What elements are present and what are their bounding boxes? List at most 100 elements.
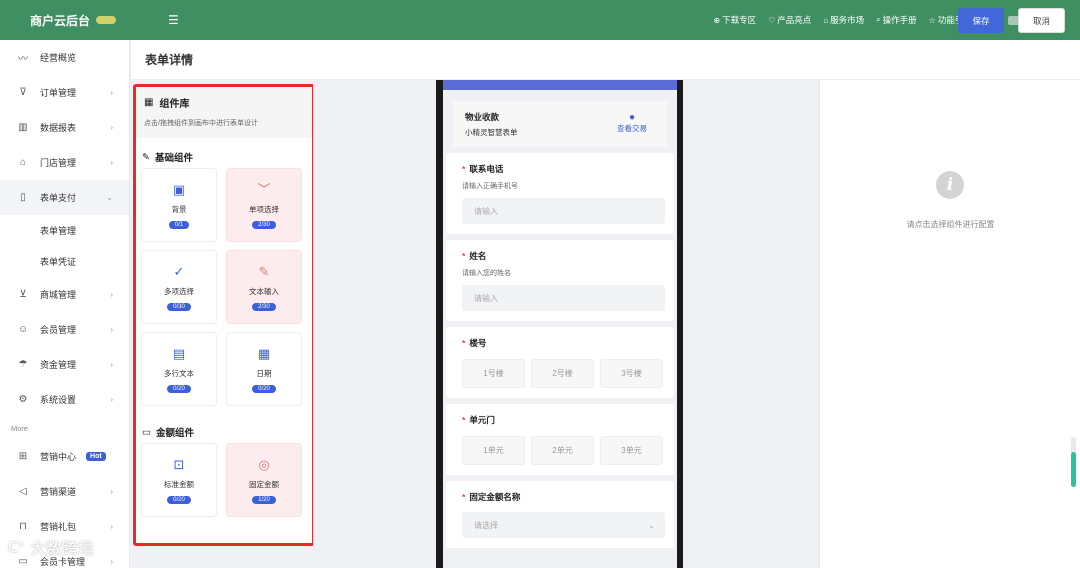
scrollbar[interactable] — [1071, 437, 1076, 487]
component-library: ▦ 组件库 点击/拖拽组件到画布中进行表单设计 ✎ 基础组件 ▣ 背景 0/1 ﹀ 单项选… — [136, 86, 313, 546]
smile-icon: ☺ — [17, 324, 29, 335]
wallet-icon: ▭ — [142, 426, 151, 438]
grid-icon: ▦ — [144, 97, 154, 108]
component-card-date[interactable]: ▦ 日期 0/20 — [226, 332, 302, 406]
hot-badge: Hot — [86, 452, 106, 461]
sidebar-item-reports[interactable]: ▥ 数据报表 › — [0, 110, 129, 145]
calendar-icon: ▦ — [257, 345, 271, 361]
sidebar-item-members[interactable]: ☺ 会员管理 › — [0, 312, 129, 347]
send-icon: ◁ — [19, 486, 27, 497]
building-option-3[interactable]: 3号楼 — [600, 359, 663, 388]
bar-chart-icon: ▥ — [18, 122, 28, 133]
app-title: 商户云后台 — [30, 13, 91, 28]
sidebar-item-overview[interactable]: 〰经营概览 — [0, 40, 129, 75]
chevron-down-icon: ⌄ — [648, 520, 655, 530]
home-icon: ⌂ — [19, 157, 27, 168]
library-hint: 点击/拖拽组件到画布中进行表单设计 — [144, 120, 258, 127]
page-title: 表单详情 — [145, 53, 194, 67]
save-button[interactable]: 保存 — [958, 8, 1004, 33]
sidebar-item-form-pay[interactable]: ▯ 表单支付 ⌄ — [0, 180, 129, 215]
component-card-multi-choice[interactable]: ✓ 多项选择 0/30 — [141, 250, 217, 324]
shop-cart-icon: ⊻ — [19, 289, 27, 300]
grid-icon: ⊞ — [18, 451, 28, 462]
form-info-card[interactable]: 物业收款 小精灵智慧表单 ● 查看交易 — [453, 101, 667, 147]
chevron-right-icon: › — [110, 395, 113, 404]
component-card-single-choice[interactable]: ﹀ 单项选择 2/30 — [226, 168, 302, 242]
sidebar-more-label: More — [11, 423, 29, 433]
amount-select[interactable]: 请选择 ⌄ — [462, 512, 665, 538]
cancel-button[interactable]: 取消 — [1018, 8, 1065, 33]
field-fixed-amount[interactable]: * 固定金额名称 请选择 ⌄ — [446, 481, 674, 548]
chevron-right-icon: › — [110, 123, 113, 132]
cart-icon: ⊽ — [19, 87, 27, 98]
component-card-background[interactable]: ▣ 背景 0/1 — [141, 168, 217, 242]
field-unit[interactable]: * 单元门 1单元 2单元 3单元 — [446, 404, 674, 475]
image-icon: ▣ — [172, 181, 186, 197]
gift-icon: ⊓ — [19, 521, 27, 532]
sidebar-item-mall[interactable]: ⊻ 商城管理 › — [0, 277, 129, 312]
field-phone-hint: 请输入正确手机号 — [462, 183, 518, 190]
bookmark-icon: ▯ — [20, 192, 26, 203]
chevron-right-icon: › — [110, 325, 113, 334]
chevron-right-icon: › — [110, 158, 113, 167]
name-input[interactable]: 请输入 — [462, 285, 665, 311]
lightbulb-icon: ♡ — [768, 15, 776, 25]
chevron-right-icon: › — [110, 487, 113, 496]
unit-option-2[interactable]: 2单元 — [531, 436, 594, 465]
trend-icon: 〰 — [18, 54, 28, 65]
manual-link[interactable]: ⌕ 操作手册 — [876, 14, 917, 26]
unit-option-1[interactable]: 1单元 — [462, 436, 525, 465]
page-header: 表单详情 — [131, 40, 1080, 80]
hamburger-icon[interactable]: ☰ — [168, 13, 179, 27]
info-icon: i — [936, 171, 964, 199]
field-amount-label: 固定金额名称 — [469, 492, 521, 502]
building-option-2[interactable]: 2号楼 — [531, 359, 594, 388]
field-phone[interactable]: * 联系电话 请输入正确手机号 请输入 — [446, 153, 674, 234]
search-icon: ⌕ — [876, 15, 881, 24]
library-title: 组件库 — [159, 99, 190, 110]
pen-icon: ✎ — [258, 263, 270, 279]
field-name[interactable]: * 姓名 请输入您的姓名 请输入 — [446, 240, 674, 321]
field-building[interactable]: * 楼号 1号楼 2号楼 3号楼 — [446, 327, 674, 398]
gear-icon: ⚙ — [18, 394, 28, 405]
card-icon: ▭ — [18, 556, 28, 567]
sidebar-item-gift[interactable]: ⊓ 营销礼包 › — [0, 509, 129, 544]
chevron-right-icon: › — [110, 88, 113, 97]
field-name-label: 姓名 — [469, 251, 487, 261]
sidebar-item-orders[interactable]: ⊽ 订单管理 › — [0, 75, 129, 110]
coins-icon: ◎ — [258, 456, 270, 472]
field-name-hint: 请输入您的姓名 — [462, 270, 511, 277]
sidebar-subitem-form-voucher[interactable]: 表单凭证 — [0, 246, 129, 277]
money-icon: ⊡ — [173, 456, 185, 472]
component-card-textarea[interactable]: ▤ 多行文本 0/20 — [141, 332, 217, 406]
sidebar-subitem-form-manage[interactable]: 表单管理 — [0, 215, 129, 246]
download-icon: ⊕ — [713, 15, 721, 25]
sidebar-item-marketing[interactable]: ⊞ 营销中心 Hot — [0, 439, 129, 474]
component-card-standard-amount[interactable]: ⊡ 标准金额 0/20 — [141, 443, 217, 517]
download-link[interactable]: ⊕ 下载专区 — [713, 14, 756, 26]
person-icon: ● — [628, 112, 636, 123]
library-header: ▦ 组件库 点击/拖拽组件到画布中进行表单设计 — [136, 86, 313, 138]
component-card-fixed-amount[interactable]: ◎ 固定金额 1/20 — [226, 443, 302, 517]
sidebar-item-funds[interactable]: ☂ 资金管理 › — [0, 347, 129, 382]
view-transactions-link[interactable]: ● 查看交易 — [617, 112, 647, 134]
sidebar-item-channels[interactable]: ◁ 营销渠道 › — [0, 474, 129, 509]
sidebar-item-member-card[interactable]: ▭ 会员卡管理 › — [0, 544, 129, 568]
basic-components-grid: ▣ 背景 0/1 ﹀ 单项选择 2/30 ✓ 多项选择 0/30 ✎ 文本输入 2/30 ▤ 多行… — [136, 168, 313, 406]
top-bar: 商户云后台 ☰ ⊕下载专区 ♡产品亮点 ⌂服务市场 ⌕操作手册 ☆功能引导 测试… — [0, 0, 1080, 40]
sidebar-item-settings[interactable]: ⚙ 系统设置 › — [0, 382, 129, 417]
building-option-1[interactable]: 1号楼 — [462, 359, 525, 388]
service-market-link[interactable]: ⌂ 服务市场 — [823, 14, 864, 26]
phone-screen: 物业收款 小精灵智慧表单 ● 查看交易 * 联系电话 请输入正确手机号 请输入 * 姓… — [443, 80, 677, 568]
chevron-right-icon: › — [110, 360, 113, 369]
component-card-text-input[interactable]: ✎ 文本输入 2/30 — [226, 250, 302, 324]
version-badge — [96, 16, 116, 24]
amount-components-grid: ⊡ 标准金额 0/20 ◎ 固定金额 1/20 — [136, 443, 313, 517]
unit-option-3[interactable]: 3单元 — [600, 436, 663, 465]
sidebar-item-stores[interactable]: ⌂ 门店管理 › — [0, 145, 129, 180]
phone-input[interactable]: 请输入 — [462, 198, 665, 224]
chevron-right-icon: › — [110, 522, 113, 531]
field-building-label: 楼号 — [469, 338, 487, 348]
product-highlight-link[interactable]: ♡ 产品亮点 — [768, 14, 811, 26]
star-icon: ☆ — [928, 15, 936, 25]
